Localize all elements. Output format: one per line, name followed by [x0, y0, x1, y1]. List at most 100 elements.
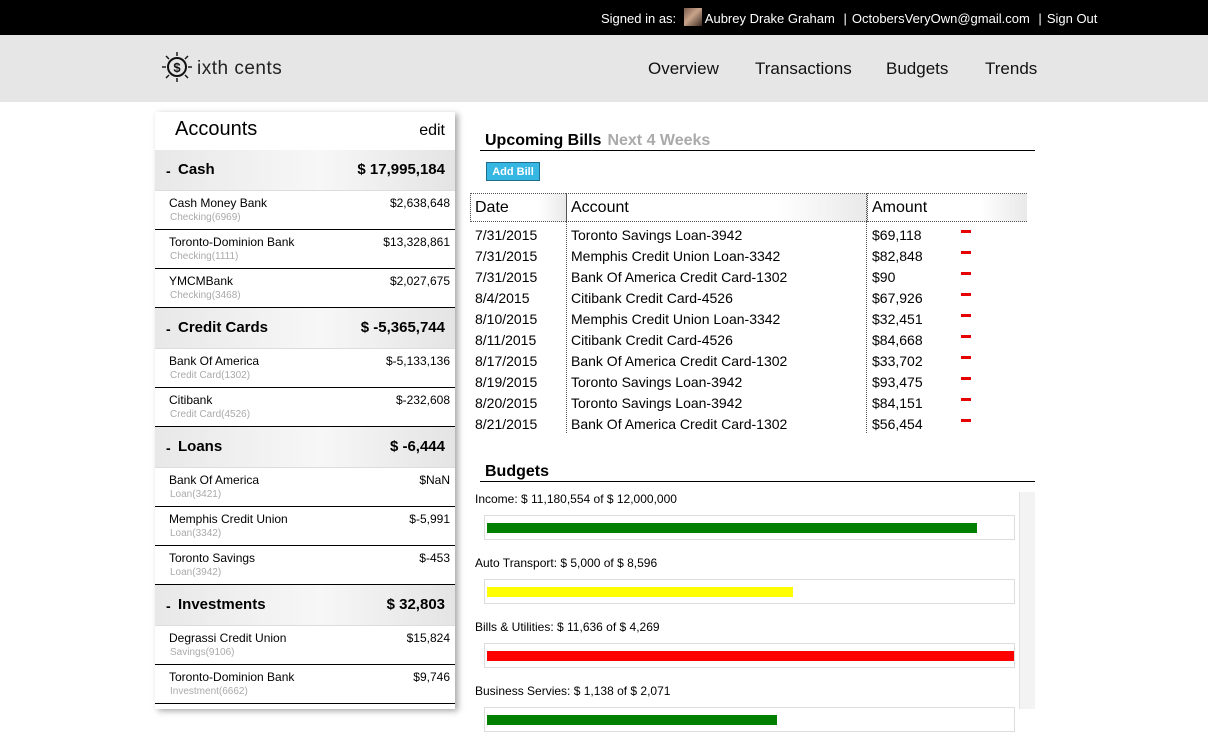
collapse-icon[interactable]: -	[166, 163, 171, 179]
signed-in-label: Signed in as:	[601, 11, 677, 26]
nav-budgets[interactable]: Budgets	[886, 59, 948, 79]
bill-amount: $32,451	[872, 311, 923, 327]
account-group-cash[interactable]: - Cash $ 17,995,184	[155, 150, 455, 191]
bills-title-text: Upcoming Bills	[485, 132, 602, 149]
account-group-loans[interactable]: - Loans $ -6,444	[155, 427, 455, 468]
group-total: $ 17,995,184	[357, 161, 445, 178]
avatar	[683, 8, 702, 26]
account-type: Loan(3942)	[170, 567, 222, 578]
divider	[480, 481, 1035, 482]
budget-progress-fill	[487, 587, 793, 597]
bills-subtitle: Next 4 Weeks	[607, 132, 711, 149]
account-item[interactable]: Memphis Credit Union Loan(3342) $-5,991	[155, 507, 455, 546]
bills-table: Date Account Amount 7/31/2015 Toronto Sav…	[470, 193, 1027, 433]
budget-progress-bar[interactable]	[484, 579, 1015, 604]
account-item[interactable]: Bank Of America Loan(3421) $NaN	[155, 468, 455, 507]
account-type: Credit Card(4526)	[170, 409, 251, 420]
bill-account: Memphis Credit Union Loan-3342	[571, 311, 781, 327]
account-balance: $2,638,648	[389, 196, 450, 210]
nav-trends[interactable]: Trends	[985, 59, 1037, 79]
account-item[interactable]: Citibank Credit Card(4526) $-232,608	[155, 388, 455, 427]
bill-date: 8/4/2015	[475, 290, 530, 306]
account-item[interactable]: Toronto-Dominion Bank Investment(6662) $…	[155, 665, 455, 704]
bill-date: 8/11/2015	[475, 332, 537, 348]
account-balance: $-5,133,136	[385, 354, 450, 368]
nav-transactions[interactable]: Transactions	[755, 59, 852, 79]
account-group-credit-cards[interactable]: - Credit Cards $ -5,365,744	[155, 308, 455, 349]
remove-bill-icon[interactable]	[961, 314, 971, 317]
budget-label: Bills & Utilities: $ 11,636 of $ 4,269	[475, 620, 660, 634]
remove-bill-icon[interactable]	[961, 293, 971, 296]
bill-amount: $33,702	[872, 353, 923, 369]
sign-out-link[interactable]: Sign Out	[1047, 11, 1098, 26]
add-bill-button[interactable]: Add Bill	[486, 162, 540, 181]
account-item[interactable]: Bank Of America Credit Card(1302) $-5,13…	[155, 349, 455, 388]
account-name: Citibank	[169, 393, 213, 407]
bill-account: Bank Of America Credit Card-1302	[571, 353, 788, 369]
group-name: Credit Cards	[178, 319, 269, 336]
budget-progress-fill	[487, 523, 977, 533]
separator: |	[843, 11, 847, 26]
account-name: Bank Of America	[169, 473, 260, 487]
account-balance: $-5,991	[409, 512, 450, 526]
remove-bill-icon[interactable]	[961, 398, 971, 401]
account-item[interactable]: YMCMBank Checking(3468) $2,027,675	[155, 269, 455, 308]
budget-progress-bar[interactable]	[484, 515, 1015, 540]
group-name: Investments	[178, 596, 266, 613]
account-item[interactable]: Cash Money Bank Checking(6969) $2,638,64…	[155, 191, 455, 230]
account-group-investments[interactable]: - Investments $ 32,803	[155, 585, 455, 626]
collapse-icon[interactable]: -	[166, 598, 171, 614]
remove-bill-icon[interactable]	[961, 377, 971, 380]
column-header-account[interactable]: Account	[566, 193, 867, 222]
remove-bill-icon[interactable]	[961, 335, 971, 338]
budget-label: Business Servies: $ 1,138 of $ 2,071	[475, 684, 671, 698]
bill-date: 8/20/2015	[475, 395, 538, 411]
column-header-date[interactable]: Date	[470, 193, 566, 222]
budget-label: Auto Transport: $ 5,000 of $ 8,596	[475, 556, 658, 570]
bill-date: 7/31/2015	[475, 248, 538, 264]
bill-amount: $82,848	[872, 248, 923, 264]
bill-amount: $90	[872, 269, 896, 285]
divider	[480, 150, 1035, 151]
budget-label: Income: $ 11,180,554 of $ 12,000,000	[475, 492, 677, 506]
account-type: Checking(6969)	[170, 212, 241, 223]
bill-date: 7/31/2015	[475, 269, 538, 285]
collapse-icon[interactable]: -	[166, 440, 171, 456]
account-balance: $13,328,861	[383, 235, 450, 249]
column-divider	[866, 193, 867, 433]
account-item[interactable]: Degrassi Credit Union Savings(9106) $15,…	[155, 626, 455, 665]
remove-bill-icon[interactable]	[961, 230, 971, 233]
budget-progress-fill	[487, 715, 777, 725]
account-name: Toronto-Dominion Bank	[169, 235, 295, 249]
account-type: Loan(3342)	[170, 528, 222, 539]
account-balance: $NaN	[419, 473, 450, 487]
budget-progress-bar[interactable]	[484, 643, 1015, 668]
remove-bill-icon[interactable]	[961, 272, 971, 275]
top-bar: Signed in as: Aubrey Drake Graham | Octob…	[0, 0, 1208, 35]
bill-account: Toronto Savings Loan-3942	[571, 395, 743, 411]
collapse-icon[interactable]: -	[166, 321, 171, 337]
bill-date: 8/10/2015	[475, 311, 538, 327]
column-divider	[566, 193, 567, 433]
account-balance: $-232,608	[395, 393, 450, 407]
account-name: YMCMBank	[169, 274, 234, 288]
account-type: Checking(3468)	[170, 290, 241, 301]
column-header-amount[interactable]: Amount	[867, 193, 1027, 222]
account-name: Cash Money Bank	[169, 196, 268, 210]
account-type: Checking(1111)	[170, 251, 239, 262]
account-item[interactable]: Toronto-Dominion Bank Checking(1111) $13…	[155, 230, 455, 269]
remove-bill-icon[interactable]	[961, 419, 971, 422]
remove-bill-icon[interactable]	[961, 356, 971, 359]
budget-progress-bar[interactable]	[484, 707, 1015, 732]
edit-accounts-button[interactable]: edit	[419, 122, 445, 140]
nav-overview[interactable]: Overview	[648, 59, 719, 79]
account-balance: $9,746	[413, 670, 450, 684]
account-item[interactable]: Toronto Savings Loan(3942) $-453	[155, 546, 455, 585]
budget-progress-fill	[487, 651, 1014, 661]
budgets-scrollbar[interactable]	[1019, 492, 1035, 709]
remove-bill-icon[interactable]	[961, 251, 971, 254]
account-type: Investment(6662)	[170, 686, 248, 697]
account-name: Toronto Savings	[169, 551, 256, 565]
account-type: Loan(3421)	[170, 489, 222, 500]
bill-account: Toronto Savings Loan-3942	[571, 227, 743, 243]
